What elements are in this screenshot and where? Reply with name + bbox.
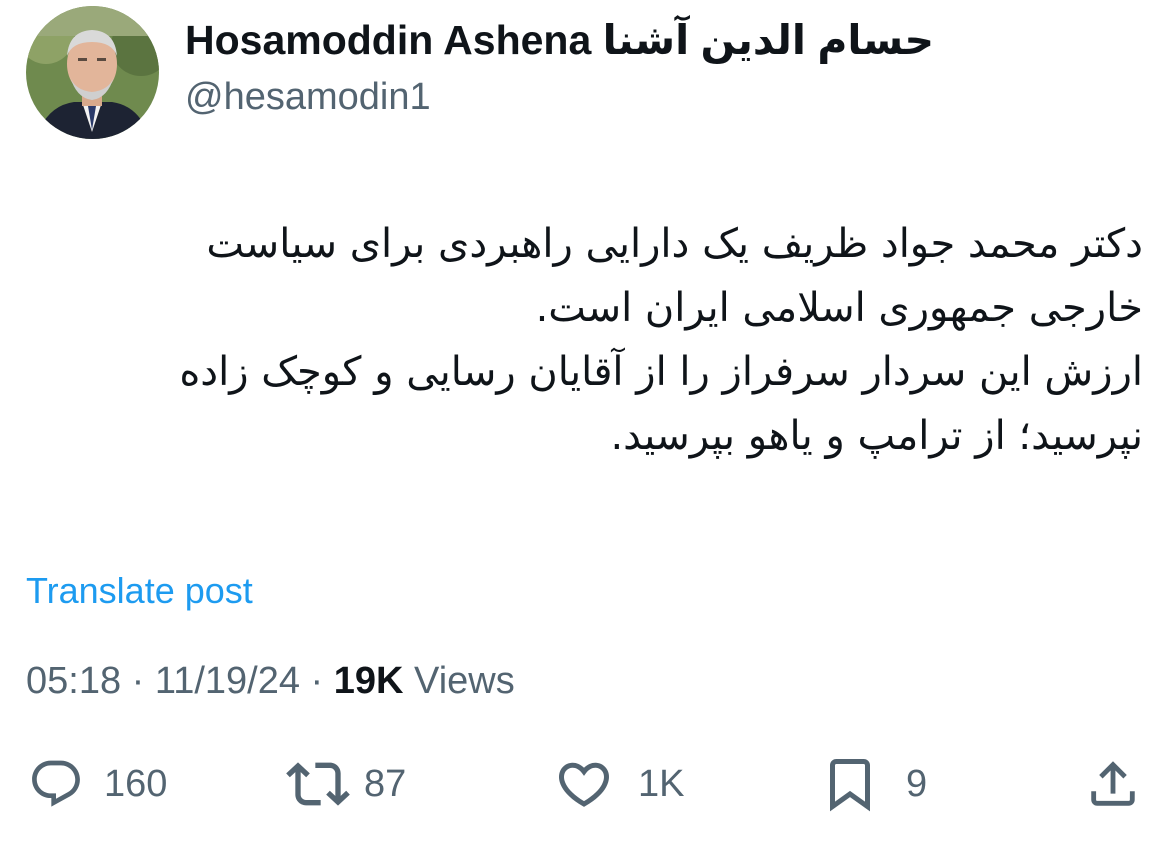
post-text-line: خارجی جمهوری اسلامی ایران است. <box>535 285 1143 331</box>
meta-separator: · <box>310 660 324 702</box>
post-text-line: ارزش این سردار سرفراز را از آقایان رسایی… <box>179 349 1143 395</box>
post-meta: 05:18 · 11/19/24 · 19K Views <box>26 660 515 703</box>
heart-icon <box>558 762 610 807</box>
author-handle[interactable]: @hesamodin1 <box>185 76 431 119</box>
views-count: 19K <box>333 660 404 702</box>
repost-button[interactable]: 87 <box>286 752 406 816</box>
bookmark-button[interactable]: 9 <box>820 752 927 816</box>
views-label: Views <box>414 660 515 702</box>
meta-separator: · <box>131 660 145 702</box>
post-text: دکتر محمد جواد ظریف یک دارایی راهبردی بر… <box>33 212 1143 468</box>
avatar-image <box>26 6 159 139</box>
post-text-line: دکتر محمد جواد ظریف یک دارایی راهبردی بر… <box>206 221 1143 267</box>
bookmark-icon <box>830 759 870 812</box>
post-text-line: نپرسید؛ از ترامپ و یاهو بپرسید. <box>610 413 1143 459</box>
reply-button[interactable]: 160 <box>28 752 167 816</box>
translate-post-link[interactable]: Translate post <box>26 570 253 612</box>
bookmark-count: 9 <box>906 762 928 805</box>
repost-count: 87 <box>364 762 407 805</box>
like-count: 1K <box>638 762 685 805</box>
post-date[interactable]: 11/19/24 <box>155 660 300 702</box>
reply-count: 160 <box>104 762 168 805</box>
share-button[interactable] <box>1084 752 1142 816</box>
action-bar: 160 87 1K 9 <box>0 752 1169 816</box>
share-icon <box>1091 761 1135 806</box>
reply-icon <box>32 760 80 807</box>
avatar[interactable] <box>26 6 159 139</box>
post-time[interactable]: 05:18 <box>26 660 121 702</box>
like-button[interactable]: 1K <box>554 752 684 816</box>
repost-icon <box>286 762 350 806</box>
author-display-name[interactable]: Hosamoddin Ashena حسام الدين آشنا <box>185 16 934 64</box>
